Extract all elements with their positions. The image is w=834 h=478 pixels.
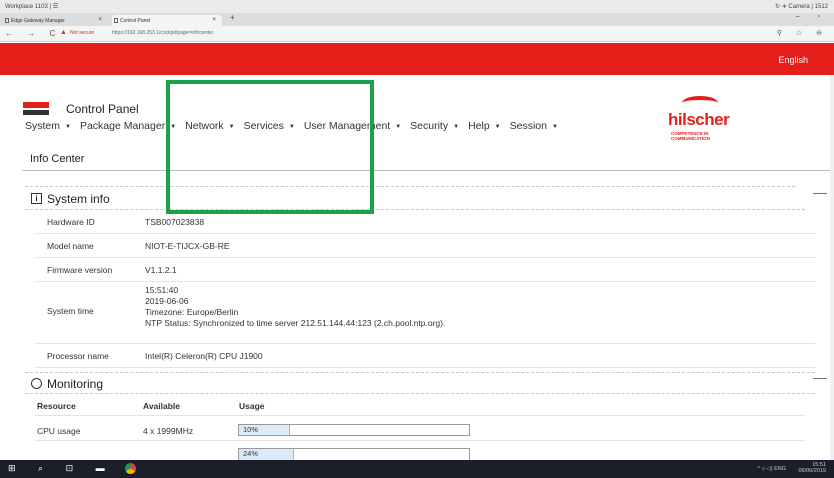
info-row-processor-name: Processor name Intel(R) Celeron(R) CPU J…: [35, 344, 815, 368]
page-favicon-icon: [114, 18, 118, 23]
tab-control-panel[interactable]: Control Panel ×: [112, 15, 222, 26]
highlight-box: [166, 80, 374, 214]
collapse-icon[interactable]: —: [813, 184, 827, 200]
not-secure-label[interactable]: Not secure: [70, 30, 94, 36]
menu-security[interactable]: Security ▼: [410, 120, 459, 136]
info-row-model-name: Model name NIOT-E-TIJCX-GB-RE: [35, 234, 815, 258]
window-controls[interactable]: – ▫: [796, 13, 828, 20]
info-row-hardware-id: Hardware ID TSB007023838: [35, 211, 815, 234]
panel-title: Monitoring: [47, 377, 104, 391]
collapse-icon[interactable]: —: [813, 369, 827, 385]
caret-down-icon: ▼: [494, 124, 501, 130]
menu-package-manager[interactable]: Package Manager ▼: [80, 120, 176, 136]
warning-icon: ▲: [60, 29, 67, 36]
col-resource: Resource: [37, 401, 76, 411]
chrome-icon[interactable]: [125, 463, 136, 474]
menu-session[interactable]: Session ▼: [510, 120, 558, 136]
browser-tab-strip: Edge Gateway Manager × Control Panel ×: [0, 13, 834, 26]
new-tab-button[interactable]: +: [230, 13, 235, 22]
caret-down-icon: ▼: [551, 124, 558, 130]
memory-usage-fill: 24%: [239, 449, 295, 460]
taskbar: ⊞ ⌕ ⊡ ▬ ▣ ^ ⌂ ◁) ENG 15:51 06/06/2019: [0, 460, 834, 478]
cpu-usage-fill: 10%: [239, 425, 290, 435]
brand-tagline: COMPETENCE IN COMMUNICATION: [671, 131, 710, 141]
col-available: Available: [143, 401, 181, 411]
monitoring-panel: Monitoring — Resource Available Usage CP…: [25, 369, 829, 460]
cpu-usage-bar: 10%: [238, 424, 470, 436]
page-title: Info Center: [30, 153, 85, 165]
tab-edge-gateway-manager[interactable]: Edge Gateway Manager ×: [3, 15, 108, 26]
tab-close-icon[interactable]: ×: [212, 17, 216, 23]
cpu-usage-label: CPU usage: [37, 426, 81, 436]
clock-icon: [31, 378, 42, 389]
logo-text: hilscher: [24, 98, 48, 104]
nav-buttons[interactable]: ← → C: [5, 29, 61, 38]
menu-system[interactable]: System ▼: [25, 120, 71, 136]
col-usage: Usage: [239, 401, 265, 411]
info-row-system-time: System time 15:51:40 2019-06-06 Timezone: …: [35, 282, 815, 344]
url-field[interactable]: https://192.168.253.1/cockpit/page=infoc…: [112, 30, 213, 36]
tab-close-icon[interactable]: ×: [98, 17, 102, 23]
info-row-firmware-version: Firmware version V1.1.2.1: [35, 258, 815, 282]
tray-status[interactable]: ^ ⌂ ◁) ENG: [758, 466, 786, 472]
cpu-available: 4 x 1999MHz: [143, 426, 194, 436]
caret-down-icon: ▼: [453, 124, 460, 130]
hilscher-logo: hilscher COMPETENCE IN COMMUNICATION: [668, 96, 738, 144]
os-title-bar: Workplace 1103 | ☰ ↻ ∗ Camera | 1512: [0, 0, 834, 13]
page-header-title: Control Panel: [66, 102, 139, 116]
info-icon: i: [31, 193, 42, 204]
tab-label: Edge Gateway Manager: [11, 18, 65, 24]
os-title-right: ↻ ∗ Camera | 1512: [775, 4, 828, 10]
memory-usage-bar: 24%: [238, 448, 470, 460]
menu-help[interactable]: Help ▼: [468, 120, 501, 136]
top-banner: English: [0, 43, 834, 75]
brand-name: hilscher: [668, 110, 730, 129]
os-title-left: Workplace 1103 | ☰: [5, 4, 59, 10]
address-bar: ← → C ▲ Not secure https://192.168.253.1…: [0, 26, 834, 42]
system-info-panel: i System info — Hardware ID TSB007023838…: [25, 184, 829, 374]
page-scrollbar[interactable]: [830, 75, 834, 460]
system-info-header[interactable]: i System info —: [25, 184, 829, 210]
system-time-value: 15:51:40 2019-06-06 Timezone: Europe/Berli…: [145, 285, 446, 328]
taskbar-clock[interactable]: 15:51 06/06/2019: [798, 462, 826, 474]
page-favicon-icon: [5, 18, 9, 23]
language-selector[interactable]: English: [778, 55, 808, 65]
caret-down-icon: ▼: [65, 124, 71, 130]
screen: Workplace 1103 | ☰ ↻ ∗ Camera | 1512 Edg…: [0, 0, 834, 478]
address-bar-icons[interactable]: ⚲ ☆ ⊖: [777, 29, 828, 37]
caret-down-icon: ▼: [395, 124, 402, 130]
control-panel-logo: hilscher: [23, 98, 53, 120]
panel-title: System info: [47, 192, 110, 206]
tab-label: Control Panel: [120, 18, 151, 24]
monitoring-header[interactable]: Monitoring —: [25, 369, 829, 395]
divider: [22, 170, 834, 171]
